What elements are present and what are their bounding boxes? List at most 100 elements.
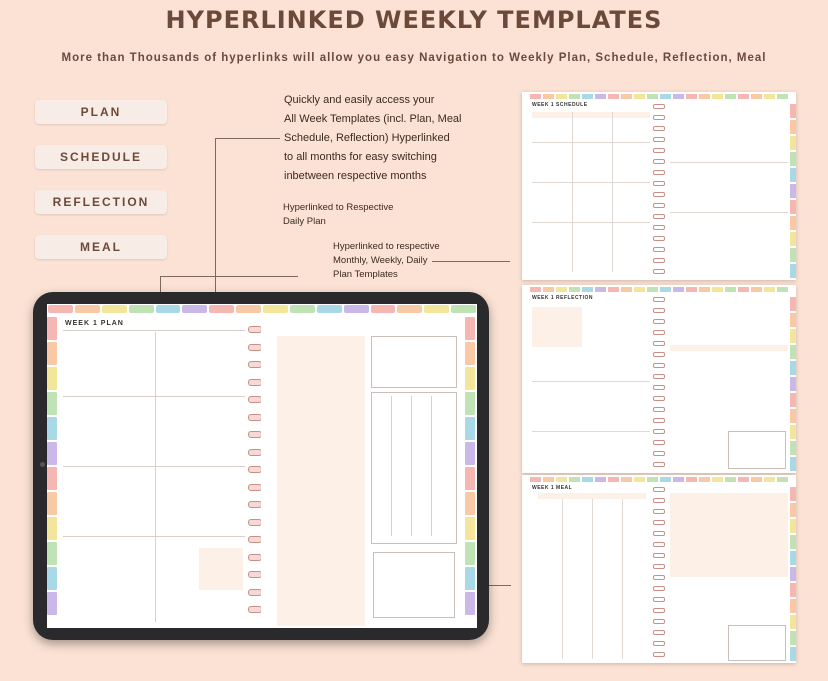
tab-item[interactable] xyxy=(543,94,554,99)
tab-item[interactable] xyxy=(530,287,541,292)
tab-item[interactable] xyxy=(777,477,788,482)
tab-item[interactable] xyxy=(47,317,57,340)
tab-item[interactable] xyxy=(465,317,475,340)
tab-item[interactable] xyxy=(790,535,796,549)
tab-item[interactable] xyxy=(634,287,645,292)
meal-preview-card[interactable]: WEEK 1 MEAL xyxy=(522,475,796,663)
tab-item[interactable] xyxy=(790,551,796,565)
tab-item[interactable] xyxy=(595,94,606,99)
tab-item[interactable] xyxy=(236,305,261,313)
tab-item[interactable] xyxy=(790,425,796,439)
tab-item[interactable] xyxy=(621,94,632,99)
tab-item[interactable] xyxy=(209,305,235,313)
tab-item[interactable] xyxy=(543,287,554,292)
tab-item[interactable] xyxy=(647,477,658,482)
tab-item[interactable] xyxy=(569,477,580,482)
tab-item[interactable] xyxy=(790,615,796,629)
tab-item[interactable] xyxy=(47,567,57,590)
tab-item[interactable] xyxy=(47,517,57,540)
tab-item[interactable] xyxy=(790,393,796,407)
tab-item[interactable] xyxy=(289,305,315,313)
tab-item[interactable] xyxy=(608,477,619,482)
tab-item[interactable] xyxy=(263,305,288,313)
tab-item[interactable] xyxy=(660,477,671,482)
tab-item[interactable] xyxy=(465,342,475,365)
tab-item[interactable] xyxy=(582,477,593,482)
tab-item[interactable] xyxy=(764,287,775,292)
tab-item[interactable] xyxy=(686,477,697,482)
tab-item[interactable] xyxy=(790,567,796,581)
tab-item[interactable] xyxy=(790,441,796,455)
tab-item[interactable] xyxy=(47,592,57,615)
tab-item[interactable] xyxy=(699,94,710,99)
tab-item[interactable] xyxy=(790,168,796,182)
schedule-button[interactable]: SCHEDULE xyxy=(35,145,167,169)
tab-item[interactable] xyxy=(451,305,476,313)
tab-item[interactable] xyxy=(790,599,796,613)
tab-item[interactable] xyxy=(673,477,684,482)
tab-item[interactable] xyxy=(790,329,796,343)
tab-item[interactable] xyxy=(595,287,606,292)
tab-item[interactable] xyxy=(465,392,475,415)
tab-item[interactable] xyxy=(699,287,710,292)
tab-item[interactable] xyxy=(790,104,796,118)
right-side-tabs[interactable] xyxy=(465,316,475,616)
tab-item[interactable] xyxy=(465,442,475,465)
tab-item[interactable] xyxy=(424,305,450,313)
tab-item[interactable] xyxy=(790,631,796,645)
tab-item[interactable] xyxy=(556,94,567,99)
tab-item[interactable] xyxy=(777,94,788,99)
tab-item[interactable] xyxy=(751,287,762,292)
tab-item[interactable] xyxy=(686,287,697,292)
tab-item[interactable] xyxy=(47,442,57,465)
tab-item[interactable] xyxy=(47,467,57,490)
tab-item[interactable] xyxy=(608,287,619,292)
tab-item[interactable] xyxy=(790,583,796,597)
tab-item[interactable] xyxy=(621,477,632,482)
tab-item[interactable] xyxy=(128,305,154,313)
top-month-tabs[interactable] xyxy=(47,304,477,314)
tab-item[interactable] xyxy=(764,477,775,482)
tab-item[interactable] xyxy=(790,487,796,501)
tab-item[interactable] xyxy=(556,287,567,292)
tab-item[interactable] xyxy=(465,492,475,515)
tab-item[interactable] xyxy=(738,94,749,99)
tab-item[interactable] xyxy=(790,184,796,198)
tab-item[interactable] xyxy=(74,305,100,313)
tab-item[interactable] xyxy=(738,477,749,482)
tab-item[interactable] xyxy=(316,305,342,313)
tab-item[interactable] xyxy=(751,477,762,482)
tab-item[interactable] xyxy=(608,94,619,99)
tab-item[interactable] xyxy=(47,417,57,440)
tab-item[interactable] xyxy=(764,94,775,99)
tab-item[interactable] xyxy=(790,232,796,246)
tab-item[interactable] xyxy=(647,94,658,99)
tab-item[interactable] xyxy=(673,94,684,99)
schedule-preview-card[interactable]: WEEK 1 SCHEDULE xyxy=(522,92,796,280)
tab-item[interactable] xyxy=(465,567,475,590)
reflection-preview-card[interactable]: WEEK 1 REFLECTION xyxy=(522,285,796,473)
tab-item[interactable] xyxy=(582,287,593,292)
tab-item[interactable] xyxy=(725,477,736,482)
meal-button[interactable]: MEAL xyxy=(35,235,167,259)
tab-item[interactable] xyxy=(790,503,796,517)
tab-item[interactable] xyxy=(47,342,57,365)
tab-item[interactable] xyxy=(790,647,796,661)
tab-item[interactable] xyxy=(465,467,475,490)
tab-item[interactable] xyxy=(465,367,475,390)
tab-item[interactable] xyxy=(790,409,796,423)
tab-item[interactable] xyxy=(465,517,475,540)
tab-item[interactable] xyxy=(660,94,671,99)
tab-item[interactable] xyxy=(751,94,762,99)
tab-item[interactable] xyxy=(47,542,57,565)
tab-item[interactable] xyxy=(790,120,796,134)
tab-item[interactable] xyxy=(582,94,593,99)
tab-item[interactable] xyxy=(543,477,554,482)
tab-item[interactable] xyxy=(790,152,796,166)
tab-item[interactable] xyxy=(155,305,181,313)
tab-item[interactable] xyxy=(790,519,796,533)
tab-item[interactable] xyxy=(397,305,423,313)
tab-item[interactable] xyxy=(790,216,796,230)
tab-item[interactable] xyxy=(790,248,796,262)
tab-item[interactable] xyxy=(725,287,736,292)
